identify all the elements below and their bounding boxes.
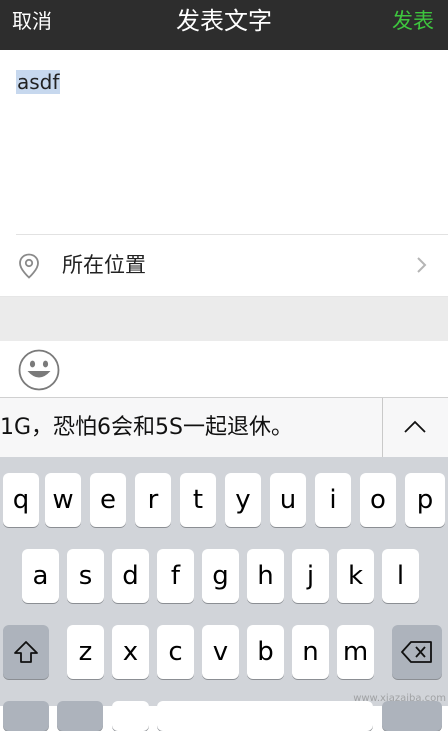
key-l[interactable]: l [382, 549, 419, 603]
navbar: 取消 发表文字 发表 [0, 0, 448, 50]
key-a[interactable]: a [22, 549, 59, 603]
delete-key[interactable] [392, 625, 442, 679]
shift-icon [14, 641, 38, 663]
key-s[interactable]: s [67, 549, 104, 603]
keyboard: q w e r t y u i o p a s d f g h j k l z … [0, 457, 448, 731]
key-n[interactable]: n [292, 625, 329, 679]
key-q[interactable]: q [3, 473, 39, 527]
location-label: 所在位置 [62, 253, 146, 277]
shift-key[interactable] [3, 625, 49, 679]
key-e[interactable]: e [90, 473, 126, 527]
key-x[interactable]: x [112, 625, 149, 679]
key-d[interactable]: d [112, 549, 149, 603]
prediction-suggestion[interactable]: 1G，恐怕6会和5S一起退休。 [0, 398, 293, 458]
key-w[interactable]: w [45, 473, 81, 527]
key-c[interactable]: c [157, 625, 194, 679]
watermark: www.xiazaiba.com [353, 693, 446, 704]
compose-text-area[interactable]: asdf [0, 50, 448, 233]
page-title: 发表文字 [176, 7, 272, 35]
key-z[interactable]: z [67, 625, 104, 679]
location-row[interactable]: 所在位置 [0, 234, 448, 296]
publish-button[interactable]: 发表 [392, 0, 434, 42]
key-k[interactable]: k [337, 549, 374, 603]
key-h[interactable]: h [247, 549, 284, 603]
chevron-up-icon [404, 420, 426, 433]
chevron-right-icon [417, 257, 427, 273]
smiley-face-icon[interactable] [18, 349, 60, 391]
key-m[interactable]: m [337, 625, 374, 679]
selected-text: asdf [16, 70, 61, 94]
key-y[interactable]: y [225, 473, 261, 527]
key-v[interactable]: v [202, 625, 239, 679]
section-gap [0, 296, 448, 342]
key-r[interactable]: r [135, 473, 171, 527]
key-f[interactable]: f [157, 549, 194, 603]
key-j[interactable]: j [292, 549, 329, 603]
backspace-icon [401, 641, 432, 663]
emoji-toolbar [0, 341, 448, 397]
key-p[interactable]: p [405, 473, 445, 527]
key-u[interactable]: u [270, 473, 306, 527]
key-b[interactable]: b [247, 625, 284, 679]
compose-text[interactable]: asdf [16, 70, 61, 94]
prediction-bar: 1G，恐怕6会和5S一起退休。 [0, 397, 448, 458]
collapse-suggestions-button[interactable] [383, 398, 448, 458]
map-pin-icon [19, 253, 39, 279]
key-o[interactable]: o [360, 473, 396, 527]
key-g[interactable]: g [202, 549, 239, 603]
key-i[interactable]: i [315, 473, 351, 527]
key-t[interactable]: t [180, 473, 216, 527]
